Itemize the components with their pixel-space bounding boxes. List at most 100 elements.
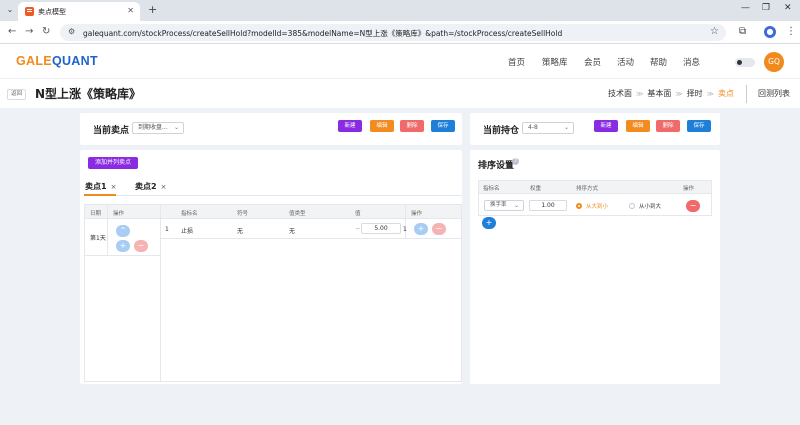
nav-membership[interactable]: 会员 [584,56,601,68]
column-header-symbol: 符号 [237,211,249,217]
nav-help[interactable]: 帮助 [650,56,667,68]
new-button[interactable]: 新建 [338,120,362,132]
add-sort-button[interactable]: + [482,217,496,229]
tab-active-indicator [84,194,116,196]
breadcrumb: 技术面 ≫ 基本面 ≫ 择时 ≫ 卖点 [608,88,734,99]
forward-arrow-icon[interactable]: → [25,26,33,38]
holding-save-button[interactable]: 保存 [687,120,711,132]
profile-icon[interactable]: ● [764,26,776,38]
minimize-icon[interactable]: — [741,3,750,13]
save-button[interactable]: 保存 [431,120,455,132]
row-index: 1 [165,226,169,233]
divider [405,205,406,239]
symbol-cell[interactable]: 无 [237,226,243,235]
sell-point-title: 当前卖点 [93,126,130,136]
new-tab-icon[interactable]: + [148,3,157,16]
crumb-timing[interactable]: 择时 [687,89,703,98]
back-button[interactable]: 返回 [7,89,27,100]
delete-button[interactable]: 删除 [400,120,424,132]
avatar[interactable]: GQ [764,52,784,72]
back-arrow-icon[interactable]: ← [8,26,16,38]
close-icon[interactable]: × [111,183,117,191]
column-header-value-type: 值类型 [289,211,306,217]
site-info-icon[interactable]: ⚙ [68,27,75,36]
divider [160,238,461,239]
app-header: GALEQUANT 首页 策略库 会员 活动 帮助 消息 GQ [0,44,800,78]
info-icon[interactable]: ? [512,158,519,165]
chevron-down-icon: ⌄ [563,124,569,131]
reload-icon[interactable]: ↻ [42,26,50,38]
extensions-icon[interactable]: ⧉ [739,26,746,37]
browser-tab-bar: ⌄ 卖点模型 ✕ + — ❐ ✕ [0,0,800,21]
sell-point-toolbar: 当前卖点 到期收盘... ⌄ 新建 编辑 删除 保存 [80,113,462,145]
close-icon[interactable]: × [161,183,167,191]
column-header-action: 操作 [411,211,423,217]
sell-point-select[interactable]: 到期收盘... ⌄ [132,122,184,134]
add-condition-button[interactable]: + [414,223,428,235]
crumb-technical[interactable]: 技术面 [608,89,632,98]
close-icon[interactable]: ✕ [127,6,134,15]
theme-toggle[interactable] [735,58,755,67]
sort-settings-title: 排序设置 [478,161,515,171]
tab-sell-point-2[interactable]: 卖点2 × [135,181,166,192]
collapse-button[interactable]: ⌃ [116,225,130,237]
sort-asc-label[interactable]: 从小到大 [639,202,661,210]
chevron-right-icon: ≫ [706,90,714,98]
add-parallel-sell-point-button[interactable]: 添加并列卖点 [88,157,138,169]
backtest-list-link[interactable]: 回测列表 [758,88,790,99]
remove-day-button[interactable]: − [134,240,148,252]
indicator-cell[interactable]: 止损 [181,226,193,235]
url-field[interactable]: ⚙ galequant.com/stockProcess/createSellH… [60,24,726,41]
value-type-cell[interactable]: 无 [289,226,295,235]
bookmark-star-icon[interactable]: ☆ [710,26,719,37]
stepper-decrement[interactable]: − [355,225,360,232]
nav-strategy-library[interactable]: 策略库 [542,56,568,68]
value-field[interactable]: 5.00 [361,223,401,234]
nav-activity[interactable]: 活动 [617,56,634,68]
tab-title: 卖点模型 [38,8,66,16]
sort-indicator-select[interactable]: 换手率 ⌄ [484,200,524,211]
remove-condition-button[interactable]: − [432,223,446,235]
browser-tab[interactable]: 卖点模型 ✕ [18,2,140,21]
sort-asc-radio[interactable] [629,203,635,209]
divider [746,85,747,103]
sort-table: 指标名 权重 排序方式 操作 换手率 ⌄ 1.00 从大到小 从小到大 − [478,180,712,216]
sell-condition-table: 日期 操作 指标名 符号 值类型 值 操作 第1天 ⌃ + − 1 止损 无 无… [84,204,462,382]
menu-dots-icon[interactable]: ⋮ [786,26,796,37]
sort-desc-radio[interactable] [576,203,582,209]
restore-icon[interactable]: ❐ [762,3,770,13]
favicon-icon [25,7,34,16]
nav-home[interactable]: 首页 [508,56,525,68]
title-row: 返回 N型上涨《策略库》 技术面 ≫ 基本面 ≫ 择时 ≫ 卖点 回测列表 [0,78,800,108]
column-header-op: 操作 [113,211,125,217]
tab-sell-point-1[interactable]: 卖点1 × [85,181,116,192]
remove-sort-button[interactable]: − [686,200,700,212]
tab-search-icon[interactable]: ⌄ [4,4,16,16]
column-header-action: 操作 [683,186,695,192]
crumb-fundamental[interactable]: 基本面 [647,89,671,98]
chevron-right-icon: ≫ [636,90,644,98]
divider [107,205,108,255]
url-text: galequant.com/stockProcess/createSellHol… [83,29,563,38]
holding-toolbar: 当前持仓 4-8 ⌄ 新建 编辑 删除 保存 [470,113,720,145]
holding-select[interactable]: 4-8 ⌄ [522,122,574,134]
tab-underline [84,195,462,196]
add-day-button[interactable]: + [116,240,130,252]
holding-title: 当前持仓 [483,126,520,136]
column-header-date: 日期 [90,211,102,217]
sort-desc-label[interactable]: 从大到小 [586,202,608,210]
holding-delete-button[interactable]: 删除 [656,120,680,132]
holding-new-button[interactable]: 新建 [594,120,618,132]
stepper-partial-value: 1 [403,226,407,233]
nav-messages[interactable]: 消息 [683,56,700,68]
logo[interactable]: GALEQUANT [16,54,98,68]
column-header-value: 值 [355,211,361,217]
column-header-weight: 权重 [530,186,542,192]
chevron-down-icon: ⌄ [173,124,179,131]
edit-button[interactable]: 编辑 [370,120,394,132]
holding-edit-button[interactable]: 编辑 [626,120,650,132]
weight-field[interactable]: 1.00 [529,200,567,211]
crumb-sell-point[interactable]: 卖点 [718,89,734,98]
column-header-indicator: 指标名 [181,211,198,217]
window-close-icon[interactable]: ✕ [784,3,792,13]
